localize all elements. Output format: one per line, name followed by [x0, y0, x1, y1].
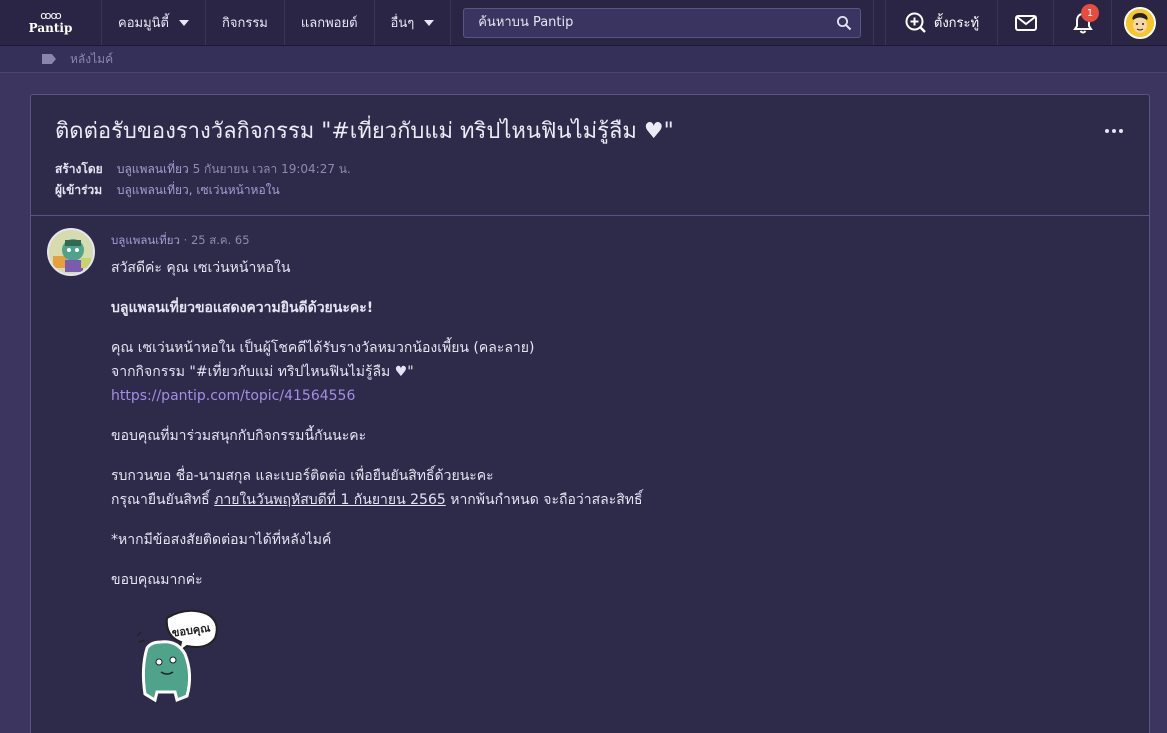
- new-topic-label: ตั้งกระทู้: [933, 16, 980, 31]
- request-paragraph: รบกวนขอ ชื่อ-นามสกุล และเบอร์ติดต่อ เพื่…: [111, 464, 1149, 512]
- meta-separator: ·: [179, 233, 191, 247]
- menu-community[interactable]: คอมมูนิตี้: [102, 0, 206, 45]
- post-body: สวัสดีค่ะ คุณ เซเว่นหน้าหอใน บลูแพลนเที่…: [111, 256, 1149, 592]
- post-author[interactable]: บลูแพลนเที่ยว: [111, 233, 180, 247]
- winner-paragraph: คุณ เซเว่นหน้าหอใน เป็นผู้โชคดีได้รับราง…: [111, 336, 1149, 408]
- nav-right-group: ตั้งกระทู้ 1: [885, 0, 1167, 45]
- notifications-button[interactable]: 1: [1053, 0, 1111, 45]
- new-topic-button[interactable]: ตั้งกระทู้: [885, 0, 997, 45]
- messages-button[interactable]: [997, 0, 1053, 45]
- tag-icon: [42, 54, 56, 64]
- search-input[interactable]: [478, 15, 837, 30]
- menu-activities[interactable]: กิจกรรม: [206, 0, 285, 45]
- chevron-down-icon: [178, 19, 189, 26]
- more-options-icon[interactable]: [1105, 129, 1123, 133]
- confirm-suffix: หากพ้นกำหนด จะถือว่าสละสิทธิ์: [445, 492, 643, 508]
- participants-list[interactable]: บลูแพลนเที่ยว, เซเว่นหน้าหอใน: [117, 183, 280, 197]
- post-meta: บลูแพลนเที่ยว · 25 ส.ค. 65: [111, 232, 1149, 250]
- logo-text: Pantip: [28, 20, 73, 35]
- participants-row: ผู้เข้าร่วม บลูแพลนเที่ยว, เซเว่นหน้าหอใ…: [55, 180, 1125, 201]
- activity-line: จากกิจกรรม "#เที่ยวกับแม่ ทริปไหนฟินไม่ร…: [111, 364, 414, 380]
- notification-badge: 1: [1081, 4, 1099, 22]
- topic-meta: สร้างโดย บลูแพลนเที่ยว 5 กันยายน เวลา 19…: [55, 159, 1125, 201]
- menu-others-label: อื่นๆ: [390, 16, 415, 31]
- request-line: รบกวนขอ ชื่อ-นามสกุล และเบอร์ติดต่อ เพื่…: [111, 468, 494, 484]
- topic-link[interactable]: https://pantip.com/topic/41564556: [111, 388, 355, 404]
- menu-community-label: คอมมูนิตี้: [118, 16, 169, 31]
- chevron-down-icon: [424, 19, 435, 26]
- user-menu-button[interactable]: [1111, 0, 1167, 45]
- page-title: ติดต่อรับของรางวัลกิจกรรม "#เที่ยวกับแม่…: [55, 119, 674, 144]
- search-icon[interactable]: [836, 15, 852, 31]
- breadcrumb-label[interactable]: หลังไมค์: [70, 50, 113, 69]
- post-date: 25 ส.ค. 65: [190, 233, 250, 247]
- created-by-row: สร้างโดย บลูแพลนเที่ยว 5 กันยายน เวลา 19…: [55, 159, 1125, 180]
- breadcrumb: หลังไมค์: [0, 46, 1167, 73]
- message-post: บลูแพลนเที่ยว · 25 ส.ค. 65 สวัสดีค่ะ คุณ…: [31, 216, 1149, 712]
- add-topic-icon: [905, 12, 926, 33]
- greeting-text: สวัสดีค่ะ คุณ เซเว่นหน้าหอใน: [111, 260, 291, 276]
- menu-redeem-label: แลกพอยต์: [300, 16, 358, 31]
- thanks-final-text: ขอบคุณมากค่ะ: [111, 572, 203, 588]
- created-time: 5 กันยายน เวลา 19:04:27 น.: [192, 162, 351, 176]
- top-navbar: ꝏꝏ Pantip คอมมูนิตี้ กิจกรรม แลกพอยต์ อื…: [0, 0, 1167, 46]
- avatar[interactable]: [47, 228, 95, 276]
- participants-label: ผู้เข้าร่วม: [55, 183, 103, 197]
- confirm-deadline: ภายในวันพฤหัสบดีที่ 1 กันยายน 2565: [214, 492, 446, 508]
- poster-avatar-icon: [49, 230, 93, 274]
- topic-header: ติดต่อรับของรางวัลกิจกรรม "#เที่ยวกับแม่…: [31, 95, 1149, 216]
- avatar: [1123, 6, 1156, 39]
- logo-loops: ꝏꝏ: [40, 8, 61, 22]
- pantip-logo[interactable]: ꝏꝏ Pantip: [0, 0, 102, 45]
- created-by-label: สร้างโดย: [55, 162, 103, 176]
- creator-name[interactable]: บลูแพลนเที่ยว: [117, 162, 189, 176]
- menu-others[interactable]: อื่นๆ: [375, 0, 452, 45]
- search-area: [451, 0, 875, 45]
- search-box: [463, 7, 862, 38]
- confirm-prefix: กรุณายืนยันสิทธิ์: [111, 492, 215, 508]
- message-card: ติดต่อรับของรางวัลกิจกรรม "#เที่ยวกับแม่…: [30, 94, 1150, 733]
- question-text: *หากมีข้อสงสัยติดต่อมาได้ที่หลังไมค์: [111, 532, 332, 548]
- user-avatar-icon: [1125, 8, 1154, 37]
- menu-redeem-points[interactable]: แลกพอยต์: [285, 0, 375, 45]
- thank-you-sticker: ขอบคุณ: [127, 608, 1149, 712]
- mail-icon: [1014, 14, 1037, 31]
- menu-activities-label: กิจกรรม: [221, 16, 268, 31]
- thanks-join-text: ขอบคุณที่มาร่วมสนุกกับกิจกรรมนี้กันนะคะ: [111, 428, 367, 444]
- winner-line: คุณ เซเว่นหน้าหอใน เป็นผู้โชคดีได้รับราง…: [111, 340, 535, 356]
- congrats-text: บลูแพลนเที่ยวขอแสดงความยินดีด้วยนะคะ!: [111, 300, 374, 316]
